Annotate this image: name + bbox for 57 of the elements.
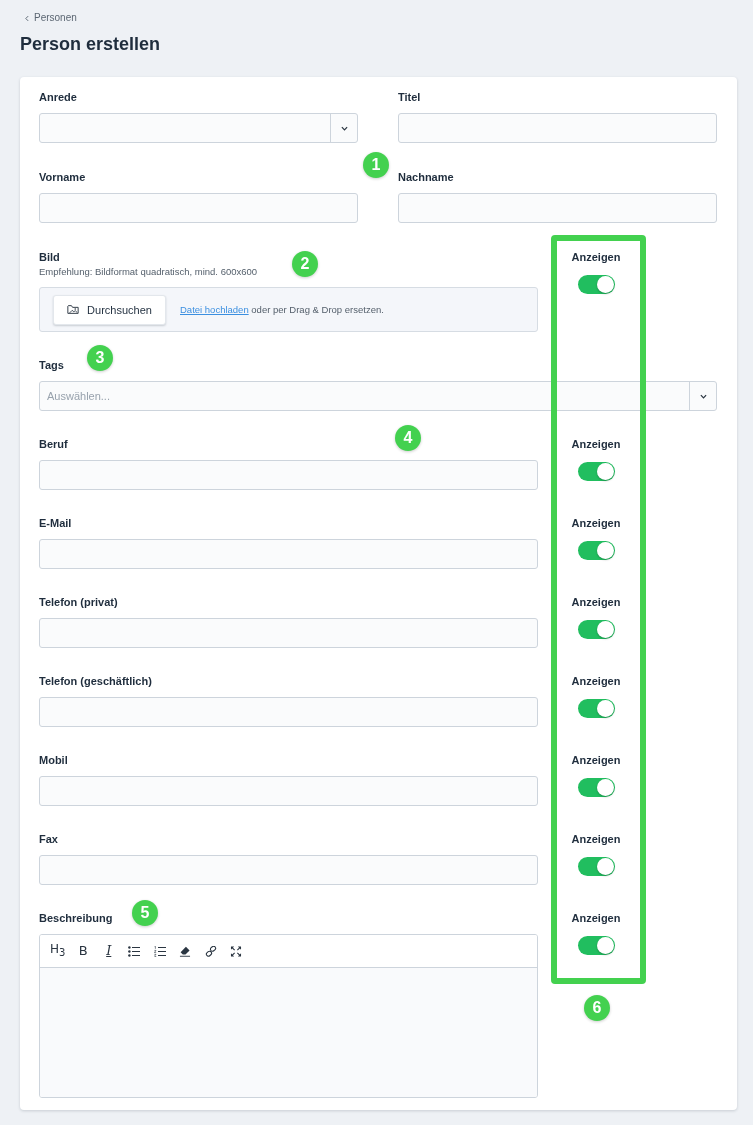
field-label: Vorname: [39, 170, 86, 184]
field-label: Beruf: [39, 437, 68, 451]
bullet-list-icon: [128, 945, 141, 957]
text-field[interactable]: [39, 193, 358, 223]
chevron-down-icon: [699, 393, 707, 399]
text-field[interactable]: [39, 460, 538, 490]
upload-instructions: Datei hochladen oder per Drag & Drop ersetzen.: [180, 304, 384, 315]
visibility-toggle[interactable]: [577, 541, 615, 560]
toggle-label: Anzeigen: [571, 516, 621, 530]
chevron-down-icon: [340, 125, 348, 131]
toggle-label: Anzeigen: [571, 595, 621, 609]
field-label: E-Mail: [39, 516, 72, 530]
visibility-toggle[interactable]: [577, 462, 615, 481]
field-label: Titel: [398, 90, 421, 104]
bold-button[interactable]: B: [70, 940, 96, 962]
field-label: Tags: [39, 358, 64, 372]
toggle-label: Anzeigen: [571, 250, 621, 264]
upload-drop-zone[interactable]: Durchsuchen Datei hochladen oder per Drag & Drop ersetzen.: [39, 287, 538, 332]
folder-image-icon: [67, 304, 80, 315]
text-field[interactable]: [398, 113, 717, 143]
field-label: Telefon (geschäftlich): [39, 674, 152, 688]
text-field[interactable]: [39, 697, 538, 727]
chevron-left-icon: [25, 14, 29, 22]
breadcrumb-link[interactable]: Personen: [34, 11, 77, 25]
text-field[interactable]: [39, 539, 538, 569]
field-label: Fax: [39, 832, 58, 846]
visibility-toggle[interactable]: [577, 620, 615, 639]
text-field[interactable]: [39, 776, 538, 806]
select-field[interactable]: [39, 113, 358, 143]
italic-button[interactable]: I: [96, 940, 122, 962]
visibility-toggle[interactable]: [577, 936, 615, 955]
visibility-toggle[interactable]: [577, 778, 615, 797]
field-label: Beschreibung: [39, 911, 113, 925]
link-icon: [204, 945, 217, 957]
visibility-toggle[interactable]: [577, 275, 615, 294]
fullscreen-icon: [230, 945, 243, 957]
visibility-toggle[interactable]: [577, 699, 615, 718]
field-hint: Empfehlung: Bildformat quadratisch, mind. 600x600: [39, 265, 258, 279]
text-field[interactable]: [398, 193, 717, 223]
field-label: Nachname: [398, 170, 454, 184]
browse-button[interactable]: Durchsuchen: [53, 294, 166, 325]
eraser-icon: [179, 945, 192, 957]
toggle-label: Anzeigen: [571, 832, 621, 846]
text-field[interactable]: [39, 618, 538, 648]
field-label: Telefon (privat): [39, 595, 118, 609]
toggle-label: Anzeigen: [571, 437, 621, 451]
visibility-toggle[interactable]: [577, 857, 615, 876]
field-label: Mobil: [39, 753, 68, 767]
field-label: Bild: [39, 250, 60, 264]
text-field[interactable]: [39, 855, 538, 885]
toggle-label: Anzeigen: [571, 674, 621, 688]
heading-button[interactable]: H$_{3}$: [45, 940, 71, 962]
toggle-label: Anzeigen: [571, 753, 621, 767]
field-label: Anrede: [39, 90, 77, 104]
numbered-list-icon: [153, 945, 166, 957]
toggle-label: Anzeigen: [571, 911, 621, 925]
page-title: Person erstellen: [20, 33, 162, 55]
